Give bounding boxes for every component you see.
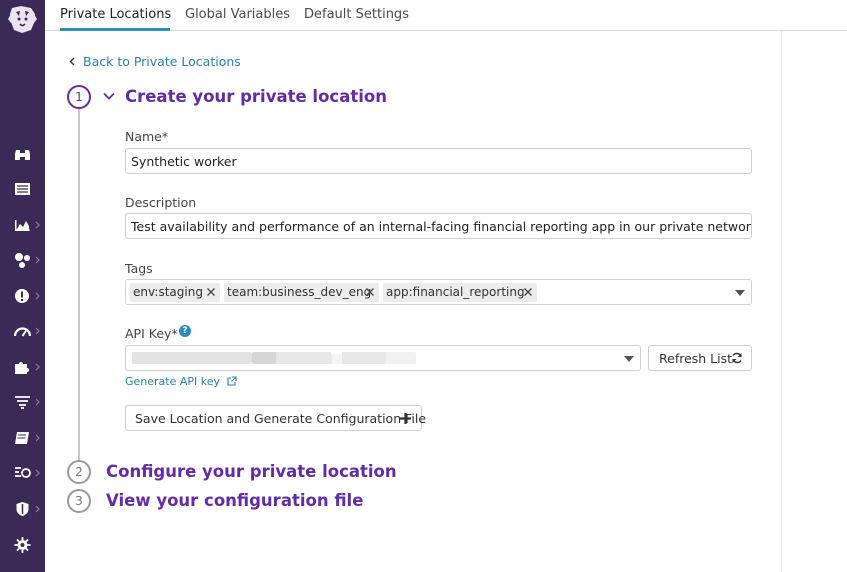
caret-down-icon: [624, 356, 634, 362]
sidebar-item-dashboards[interactable]: [0, 177, 45, 201]
sidebar-item-monitors-explore[interactable]: [0, 142, 45, 166]
alert-icon: [15, 289, 29, 303]
chevron-right-icon: [35, 469, 40, 477]
redacted-api-key: [132, 352, 252, 364]
chevron-right-icon: [35, 363, 40, 371]
tag-label: env:staging: [133, 285, 203, 299]
chevron-right-icon: [35, 434, 40, 442]
back-to-private-locations-link[interactable]: Back to Private Locations: [69, 54, 241, 69]
refresh-icon: [732, 352, 742, 364]
plus-icon: [400, 413, 411, 424]
redacted-api-key: [332, 354, 342, 364]
step-1-title[interactable]: Create your private location: [125, 87, 387, 106]
step-2-title[interactable]: Configure your private location: [106, 462, 397, 481]
back-link-label: Back to Private Locations: [83, 54, 241, 69]
tab-bar: Private Locations Global Variables Defau…: [45, 0, 847, 31]
datadog-dog-icon[interactable]: [7, 3, 38, 35]
refresh-list-label: Refresh List: [659, 351, 733, 366]
sidebar: [0, 0, 45, 572]
tag-chip: env:staging: [130, 283, 220, 302]
generate-api-key-link[interactable]: Generate API key: [125, 375, 237, 388]
tag-label: app:financial_reporting: [386, 285, 525, 299]
gear-icon: [14, 537, 31, 553]
list-icon: [15, 183, 30, 195]
shield-icon: [16, 502, 29, 516]
chart-icon: [15, 220, 30, 231]
api-key-select[interactable]: [125, 345, 641, 371]
sidebar-item-synthetics[interactable]: [0, 461, 45, 485]
tags-label: Tags: [125, 261, 153, 276]
close-icon[interactable]: [365, 287, 375, 297]
sidebar-item-settings[interactable]: [0, 533, 45, 557]
stepper-line: [78, 107, 80, 462]
tags-input[interactable]: env:staging team:business_dev_eng app:fi…: [125, 279, 752, 305]
chevron-right-icon: [35, 398, 40, 406]
tag-label: team:business_dev_eng: [227, 285, 372, 299]
tag-chip: app:financial_reporting: [383, 283, 537, 302]
tag-chip: team:business_dev_eng: [224, 283, 379, 302]
synthetics-icon: [15, 467, 31, 478]
name-label: Name*: [125, 129, 169, 144]
sidebar-item-integrations[interactable]: [0, 355, 45, 379]
chevron-left-icon: [69, 57, 75, 66]
speedometer-icon: [14, 327, 31, 337]
puzzle-icon: [15, 362, 29, 374]
close-icon[interactable]: [206, 287, 216, 297]
sidebar-item-metrics[interactable]: [0, 319, 45, 343]
step-3-number: 3: [67, 489, 91, 513]
caret-down-icon[interactable]: [735, 290, 745, 296]
step-1-number: 1: [67, 85, 91, 109]
sidebar-item-infrastructure[interactable]: [0, 213, 45, 237]
external-link-icon: [226, 376, 237, 386]
chevron-right-icon: [35, 292, 40, 300]
filter-list-icon: [15, 396, 30, 409]
sidebar-item-monitors[interactable]: [0, 284, 45, 308]
generate-api-key-label: Generate API key: [125, 375, 221, 388]
nodes-icon: [15, 253, 30, 268]
tab-default-settings[interactable]: Default Settings: [304, 7, 409, 22]
chevron-right-icon: [35, 221, 40, 229]
description-field[interactable]: Test availability and performance of an …: [125, 213, 752, 239]
sidebar-item-security[interactable]: [0, 497, 45, 521]
name-field[interactable]: Synthetic worker: [125, 148, 752, 174]
sidebar-item-logs[interactable]: [0, 390, 45, 414]
book-icon: [15, 432, 29, 444]
sidebar-item-notebooks[interactable]: [0, 426, 45, 450]
chevron-right-icon: [35, 505, 40, 513]
save-location-button[interactable]: Save Location and Generate Configuration…: [125, 405, 426, 431]
tab-global-variables[interactable]: Global Variables: [185, 7, 290, 22]
step-3-title[interactable]: View your configuration file: [106, 491, 363, 510]
help-icon[interactable]: ?: [179, 325, 191, 337]
save-location-label: Save Location and Generate Configuration…: [135, 411, 427, 426]
api-key-label: API Key*: [125, 326, 178, 341]
binoculars-icon: [15, 150, 30, 160]
chevron-down-icon[interactable]: [103, 92, 115, 100]
step-2-number: 2: [67, 460, 91, 484]
divider: [781, 31, 782, 572]
active-tab-indicator: [60, 28, 170, 31]
chevron-right-icon: [35, 256, 40, 264]
tab-private-locations[interactable]: Private Locations: [60, 7, 171, 22]
close-icon[interactable]: [523, 287, 533, 297]
chevron-right-icon: [35, 327, 40, 335]
sidebar-item-apm[interactable]: [0, 248, 45, 272]
description-label: Description: [125, 195, 197, 210]
refresh-list-button[interactable]: Refresh List: [648, 345, 752, 371]
